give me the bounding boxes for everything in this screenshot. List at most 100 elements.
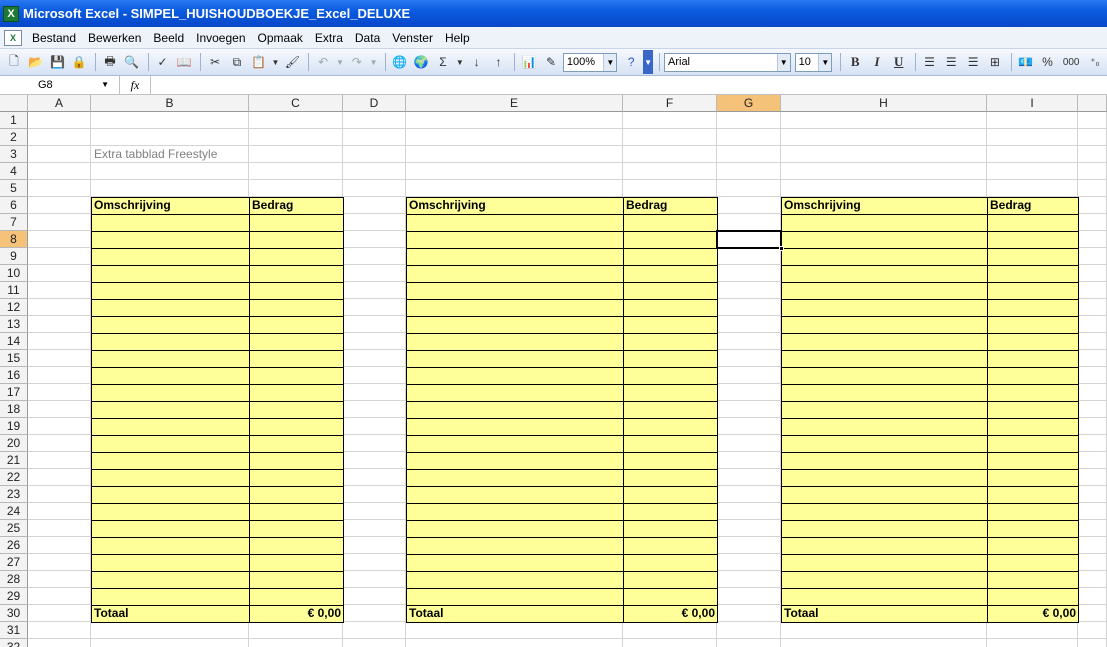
sort-descending-icon[interactable]: ↑ bbox=[489, 52, 509, 72]
block-amount-cell[interactable] bbox=[623, 384, 718, 402]
cell[interactable] bbox=[1078, 367, 1107, 384]
open-folder-icon[interactable]: 📂 bbox=[26, 52, 46, 72]
cell[interactable] bbox=[343, 384, 406, 401]
cell[interactable] bbox=[1078, 214, 1107, 231]
block-amount-cell[interactable] bbox=[987, 367, 1079, 385]
block-description-cell[interactable] bbox=[406, 367, 624, 385]
comma-style-button[interactable]: 000 bbox=[1059, 52, 1083, 72]
cell[interactable] bbox=[343, 180, 406, 197]
cell[interactable] bbox=[1078, 452, 1107, 469]
block-description-cell[interactable] bbox=[91, 418, 250, 436]
block-description-cell[interactable] bbox=[781, 367, 988, 385]
block-description-cell[interactable] bbox=[781, 520, 988, 538]
block-description-cell[interactable] bbox=[406, 520, 624, 538]
column-header-e[interactable]: E bbox=[406, 95, 623, 112]
block-description-cell[interactable] bbox=[91, 282, 250, 300]
block-amount-cell[interactable] bbox=[623, 452, 718, 470]
font-name-combo[interactable]: Arial ▼ bbox=[664, 52, 791, 72]
block-description-cell[interactable] bbox=[406, 350, 624, 368]
block-description-cell[interactable] bbox=[91, 520, 250, 538]
block-description-cell[interactable] bbox=[91, 469, 250, 487]
cell[interactable] bbox=[1078, 316, 1107, 333]
cell[interactable] bbox=[987, 129, 1078, 146]
block-amount-cell[interactable] bbox=[249, 571, 344, 589]
cell[interactable] bbox=[343, 333, 406, 350]
align-left-icon[interactable]: ☰ bbox=[920, 52, 940, 72]
block-description-cell[interactable] bbox=[781, 537, 988, 555]
cell[interactable] bbox=[717, 265, 781, 282]
cell[interactable] bbox=[28, 299, 91, 316]
redo-icon[interactable]: ↷ bbox=[347, 52, 367, 72]
paste-icon[interactable]: 📋 bbox=[249, 52, 269, 72]
cell[interactable] bbox=[28, 129, 91, 146]
cell[interactable] bbox=[1078, 554, 1107, 571]
row-header-18[interactable]: 18 bbox=[0, 401, 28, 418]
cell[interactable] bbox=[91, 622, 249, 639]
cell[interactable] bbox=[623, 180, 717, 197]
block-description-cell[interactable] bbox=[406, 248, 624, 266]
cell[interactable] bbox=[1078, 571, 1107, 588]
cell[interactable] bbox=[343, 214, 406, 231]
cell[interactable] bbox=[717, 214, 781, 231]
block-description-cell[interactable] bbox=[91, 316, 250, 334]
row-header-14[interactable]: 14 bbox=[0, 333, 28, 350]
block-description-cell[interactable] bbox=[781, 350, 988, 368]
block-description-cell[interactable] bbox=[781, 265, 988, 283]
percent-style-button[interactable]: % bbox=[1038, 52, 1058, 72]
cell[interactable] bbox=[717, 435, 781, 452]
block-description-cell[interactable] bbox=[781, 214, 988, 232]
cell[interactable] bbox=[717, 520, 781, 537]
block-amount-cell[interactable] bbox=[623, 486, 718, 504]
block-description-cell[interactable] bbox=[781, 418, 988, 436]
menu-bestand[interactable]: Bestand bbox=[28, 31, 84, 45]
block-amount-cell[interactable] bbox=[987, 401, 1079, 419]
insert-function-icon[interactable]: fx bbox=[120, 78, 150, 93]
block-amount-cell[interactable] bbox=[987, 316, 1079, 334]
block-description-cell[interactable] bbox=[781, 486, 988, 504]
row-header-23[interactable]: 23 bbox=[0, 486, 28, 503]
cell[interactable] bbox=[28, 163, 91, 180]
cell[interactable] bbox=[91, 180, 249, 197]
cell[interactable] bbox=[717, 333, 781, 350]
block-description-cell[interactable] bbox=[781, 571, 988, 589]
cell[interactable] bbox=[987, 180, 1078, 197]
block-amount-cell[interactable] bbox=[987, 418, 1079, 436]
cell[interactable] bbox=[717, 469, 781, 486]
cell[interactable] bbox=[28, 469, 91, 486]
cell[interactable] bbox=[343, 503, 406, 520]
row-header-25[interactable]: 25 bbox=[0, 520, 28, 537]
block-header-amount[interactable]: Bedrag bbox=[623, 197, 718, 215]
block-description-cell[interactable] bbox=[91, 299, 250, 317]
print-icon[interactable]: 🖶 bbox=[100, 52, 120, 72]
cell[interactable] bbox=[343, 265, 406, 282]
block-description-cell[interactable] bbox=[91, 588, 250, 606]
block-amount-cell[interactable] bbox=[987, 554, 1079, 572]
research-icon[interactable]: 📖 bbox=[174, 52, 194, 72]
name-box[interactable]: G8 ▼ bbox=[0, 76, 120, 94]
row-header-1[interactable]: 1 bbox=[0, 112, 28, 129]
cell[interactable] bbox=[28, 231, 91, 248]
cell[interactable] bbox=[28, 452, 91, 469]
cell[interactable] bbox=[406, 180, 623, 197]
block-description-cell[interactable] bbox=[781, 469, 988, 487]
block-amount-cell[interactable] bbox=[987, 248, 1079, 266]
block-amount-cell[interactable] bbox=[623, 333, 718, 351]
block-total-value[interactable]: € 0,00 bbox=[623, 605, 718, 623]
block-description-cell[interactable] bbox=[91, 333, 250, 351]
cell[interactable] bbox=[717, 248, 781, 265]
cell[interactable] bbox=[343, 435, 406, 452]
cell[interactable] bbox=[343, 401, 406, 418]
cell[interactable] bbox=[717, 418, 781, 435]
block-description-cell[interactable] bbox=[91, 265, 250, 283]
cell[interactable] bbox=[717, 282, 781, 299]
cell[interactable] bbox=[343, 367, 406, 384]
chart-wizard-icon[interactable]: 📊 bbox=[519, 52, 539, 72]
block-amount-cell[interactable] bbox=[623, 265, 718, 283]
cell[interactable] bbox=[781, 180, 987, 197]
cell[interactable] bbox=[623, 639, 717, 647]
block-description-cell[interactable] bbox=[406, 316, 624, 334]
block-description-cell[interactable] bbox=[91, 248, 250, 266]
block-amount-cell[interactable] bbox=[249, 316, 344, 334]
chevron-down-icon[interactable]: ▼ bbox=[101, 76, 109, 94]
block-amount-cell[interactable] bbox=[623, 316, 718, 334]
